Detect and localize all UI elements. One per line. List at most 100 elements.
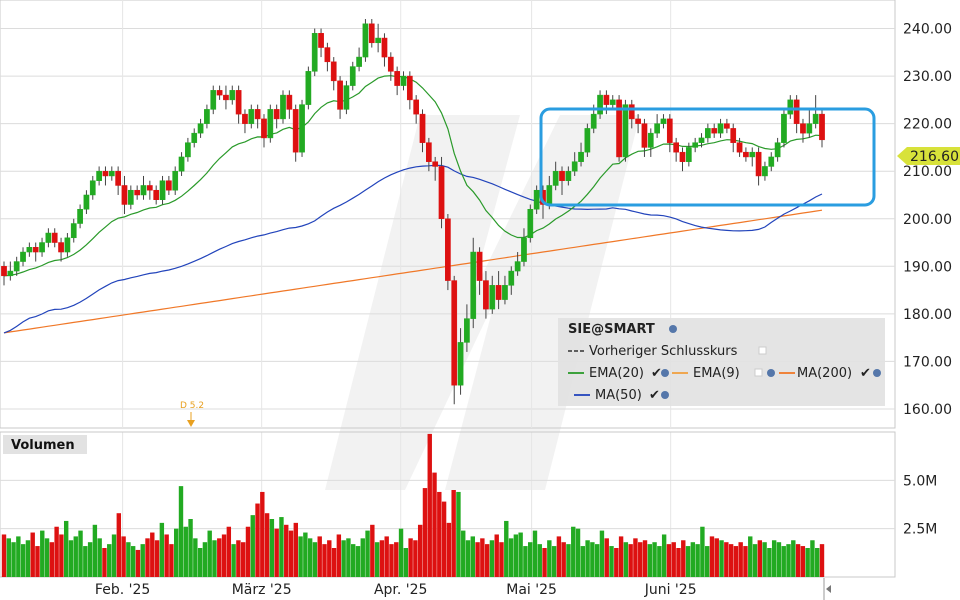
candle bbox=[343, 80, 350, 115]
volume-bar bbox=[207, 530, 212, 577]
volume-bar bbox=[298, 536, 303, 577]
volume-bar bbox=[805, 548, 810, 577]
volume-bar bbox=[566, 544, 571, 577]
prev-close-checkbox[interactable] bbox=[758, 346, 767, 355]
volume-bar bbox=[35, 546, 40, 577]
volume-bar bbox=[140, 544, 145, 577]
volume-bar bbox=[771, 540, 777, 577]
volume-bar bbox=[757, 540, 763, 577]
candle bbox=[51, 228, 58, 248]
volume-bar bbox=[752, 544, 758, 577]
price-tick-label: 210.00 bbox=[903, 164, 952, 180]
volume-bar bbox=[389, 544, 394, 577]
volume-bar bbox=[68, 540, 74, 577]
candle bbox=[755, 147, 762, 186]
volume-bar bbox=[594, 544, 600, 577]
volume-bar bbox=[317, 536, 322, 577]
ema9-checkbox[interactable] bbox=[754, 368, 763, 377]
volume-bar bbox=[284, 524, 289, 577]
ema20-settings-icon[interactable] bbox=[661, 369, 669, 377]
ma200-settings-icon[interactable] bbox=[873, 369, 881, 377]
volume-bar bbox=[504, 520, 509, 577]
volume-bar bbox=[523, 546, 528, 577]
ema20-check-icon[interactable]: ✔ bbox=[651, 366, 662, 381]
ma50-settings-icon[interactable] bbox=[661, 391, 669, 399]
price-tick-label: 240.00 bbox=[903, 22, 952, 38]
candle bbox=[597, 90, 603, 119]
candle bbox=[229, 85, 236, 105]
legend-ma200: MA(200) bbox=[797, 366, 852, 381]
candle bbox=[216, 85, 223, 100]
volume-bar bbox=[255, 503, 260, 577]
volume-bar bbox=[307, 538, 313, 577]
volume-bar bbox=[183, 526, 188, 577]
symbol-settings-icon[interactable] bbox=[669, 325, 677, 333]
ma50-check-icon[interactable]: ✔ bbox=[649, 388, 660, 403]
candle bbox=[400, 71, 407, 91]
volume-bar bbox=[489, 540, 495, 577]
volume-bar bbox=[638, 542, 643, 577]
volume-bar bbox=[571, 526, 576, 577]
volume-bar bbox=[762, 542, 767, 577]
legend-ema9: EMA(9) bbox=[693, 366, 740, 381]
legend-ema20: EMA(20) bbox=[589, 366, 644, 381]
price-tick-label: 160.00 bbox=[903, 402, 952, 418]
volume-bar bbox=[532, 530, 538, 577]
volume-bar bbox=[169, 544, 174, 577]
volume-bar bbox=[441, 501, 447, 577]
volume-bar bbox=[360, 538, 365, 577]
candle bbox=[204, 104, 210, 129]
volume-bar bbox=[322, 544, 327, 577]
candle bbox=[781, 109, 787, 148]
volume-bar bbox=[604, 538, 609, 577]
volume-bar bbox=[508, 538, 514, 577]
volume-bar bbox=[513, 534, 519, 577]
legend-symbol: SIE@SMART bbox=[568, 322, 655, 337]
candle bbox=[787, 95, 794, 119]
volume-bar bbox=[470, 536, 475, 577]
candle bbox=[438, 156, 445, 229]
volume-bar bbox=[107, 544, 112, 577]
volume-bar bbox=[690, 542, 696, 577]
candle bbox=[267, 104, 274, 143]
candle bbox=[679, 147, 686, 172]
ma200-check-icon[interactable]: ✔ bbox=[860, 366, 871, 381]
volume-bar bbox=[197, 548, 203, 577]
volume-bar bbox=[16, 536, 21, 577]
volume-bar bbox=[590, 542, 595, 577]
scroll-arrow[interactable] bbox=[823, 578, 831, 600]
candle bbox=[724, 118, 730, 134]
volume-bar bbox=[174, 528, 179, 577]
volume-bar bbox=[446, 522, 452, 577]
candle bbox=[660, 114, 667, 129]
candle bbox=[178, 152, 185, 176]
volume-bar bbox=[327, 540, 332, 577]
candle bbox=[616, 95, 622, 162]
candle bbox=[140, 175, 147, 200]
volume-bar bbox=[121, 536, 126, 577]
candle bbox=[324, 42, 331, 72]
volume-bar bbox=[551, 546, 557, 577]
candle bbox=[191, 128, 198, 148]
time-tick-label: März '25 bbox=[232, 582, 292, 598]
candle bbox=[58, 237, 64, 262]
candle bbox=[318, 28, 324, 58]
candle bbox=[527, 204, 534, 243]
dividend-annotation: D 5.2 bbox=[180, 401, 204, 427]
candle bbox=[96, 166, 102, 186]
candle bbox=[254, 104, 261, 129]
volume-bar bbox=[40, 530, 45, 577]
volume-bar bbox=[676, 548, 681, 577]
volume-bar bbox=[116, 513, 122, 577]
candle bbox=[83, 190, 90, 214]
candle bbox=[77, 204, 83, 229]
ema9-settings-icon[interactable] bbox=[767, 369, 775, 377]
volume-bar bbox=[724, 542, 729, 577]
volume-bar bbox=[422, 488, 428, 577]
candle bbox=[242, 109, 248, 134]
price-tick-label: 200.00 bbox=[903, 212, 952, 228]
volume-bar bbox=[351, 544, 356, 577]
volume-bar bbox=[159, 522, 165, 577]
candle bbox=[717, 118, 724, 138]
time-tick-label: Juni '25 bbox=[644, 582, 697, 598]
